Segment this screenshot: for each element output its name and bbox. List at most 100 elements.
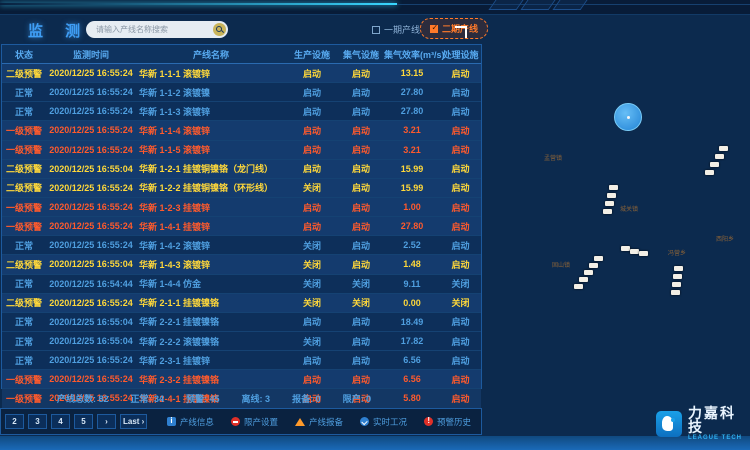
- table-row[interactable]: 一级预警2020/12/25 16:55:24华新 1-2-3 挂镀锌启动启动1…: [2, 198, 481, 217]
- cell-status: 二级预警: [2, 181, 46, 194]
- legend-item[interactable]: 产线信息: [167, 416, 214, 428]
- cell-name: 华新 1-4-4 仿金: [136, 277, 286, 290]
- table-row[interactable]: 正常2020/12/25 16:55:24华新 1-4-2 滚镀锌关闭启动2.5…: [2, 236, 481, 255]
- legend-item[interactable]: 产线报备: [295, 416, 343, 428]
- summary-item: 报备: 0: [292, 392, 321, 405]
- cell-eff: 15.99: [384, 164, 440, 174]
- summary-item: 产线总数: 82: [57, 392, 109, 405]
- table-row[interactable]: 一级预警2020/12/25 16:55:24华新 1-1-5 滚镀锌启动启动3…: [2, 141, 481, 160]
- table-row[interactable]: 二级预警2020/12/25 16:55:04华新 1-2-1 挂镀铜镍铬（龙门…: [2, 160, 481, 179]
- table-row[interactable]: 二级预警2020/12/25 16:55:04华新 1-4-3 滚镀锌关闭启动1…: [2, 255, 481, 274]
- cell-name: 华新 1-2-3 挂镀锌: [136, 201, 286, 214]
- column-header: 集气设施: [338, 48, 384, 61]
- map-marker[interactable]: [605, 201, 614, 206]
- league-logo-icon: [656, 411, 682, 437]
- cell-treat: 启动: [440, 373, 481, 386]
- cell-eff: 18.49: [384, 317, 440, 327]
- cell-prod: 关闭: [286, 239, 338, 252]
- table-row[interactable]: 一级预警2020/12/25 16:55:24华新 1-1-4 滚镀锌启动启动3…: [2, 121, 481, 140]
- map-marker[interactable]: [674, 266, 683, 271]
- table-row[interactable]: 正常2020/12/25 16:55:24华新 2-3-1 挂镀锌启动启动6.5…: [2, 351, 481, 370]
- cell-eff: 27.80: [384, 106, 440, 116]
- limit-icon: [231, 417, 240, 426]
- table-row[interactable]: 一级预警2020/12/25 16:55:24华新 2-3-2 挂镀镍铬启动启动…: [2, 370, 481, 389]
- cell-prod: 启动: [286, 124, 338, 137]
- cell-gas: 启动: [338, 201, 384, 214]
- cell-eff: 6.56: [384, 374, 440, 384]
- phase2-checkbox[interactable]: 二期产线: [420, 18, 488, 39]
- cell-treat: 启动: [440, 201, 481, 214]
- page-button[interactable]: ›: [97, 414, 116, 429]
- table-row[interactable]: 正常2020/12/25 16:55:04华新 2-2-1 挂镀镍铬启动启动18…: [2, 313, 481, 332]
- map-marker[interactable]: [603, 209, 612, 214]
- cell-status: 正常: [2, 239, 46, 252]
- table-row[interactable]: 一级预警2020/12/25 16:55:24华新 1-4-1 挂镀锌启动启动2…: [2, 217, 481, 236]
- table-row[interactable]: 正常2020/12/25 16:54:44华新 1-4-4 仿金关闭关闭9.11…: [2, 275, 481, 294]
- legend-item[interactable]: 预警历史: [424, 416, 471, 428]
- map-marker[interactable]: [594, 256, 603, 261]
- page-button[interactable]: 4: [51, 414, 70, 429]
- cell-treat: 启动: [440, 220, 481, 233]
- cell-time: 2020/12/25 16:55:24: [46, 298, 136, 308]
- table-row[interactable]: 正常2020/12/25 16:55:04华新 2-2-2 滚镀镍铬关闭启动17…: [2, 332, 481, 351]
- cell-prod: 启动: [286, 220, 338, 233]
- page-button[interactable]: 3: [28, 414, 47, 429]
- cell-name: 华新 2-1-1 挂镀镍铬: [136, 296, 286, 309]
- map-marker[interactable]: [710, 162, 719, 167]
- map-marker[interactable]: [672, 282, 681, 287]
- trapezoid-decor: [488, 0, 523, 10]
- page-button[interactable]: Last ›: [120, 414, 147, 429]
- realtime-icon: [360, 417, 369, 426]
- legend-item[interactable]: 限产设置: [231, 416, 278, 428]
- map-marker[interactable]: [630, 249, 639, 254]
- cell-name: 华新 1-1-2 滚镀镍: [136, 86, 286, 99]
- map-alert-circle[interactable]: [614, 103, 642, 131]
- table-row[interactable]: 正常2020/12/25 16:55:24华新 1-1-2 滚镀镍启动启动27.…: [2, 83, 481, 102]
- map-marker[interactable]: [574, 284, 583, 289]
- map-marker[interactable]: [579, 277, 588, 282]
- legend-label: 产线信息: [180, 416, 214, 428]
- cell-treat: 启动: [440, 67, 481, 80]
- table-row[interactable]: 二级预警2020/12/25 16:55:24华新 2-1-1 挂镀镍铬关闭关闭…: [2, 294, 481, 313]
- cell-prod: 启动: [286, 354, 338, 367]
- search-box[interactable]: [86, 21, 228, 38]
- map-marker[interactable]: [609, 185, 618, 190]
- map-marker[interactable]: [607, 193, 616, 198]
- cell-eff: 27.80: [384, 221, 440, 231]
- table-row[interactable]: 二级预警2020/12/25 16:55:24华新 1-2-2 挂镀铜镍铬（环形…: [2, 179, 481, 198]
- summary-item: 正常: 34: [131, 392, 165, 405]
- cell-eff: 15.99: [384, 183, 440, 193]
- phase1-checkbox[interactable]: 一期产线: [372, 23, 420, 36]
- page-button[interactable]: 2: [5, 414, 24, 429]
- cell-gas: 启动: [338, 220, 384, 233]
- map-marker[interactable]: [639, 251, 648, 256]
- map-marker[interactable]: [705, 170, 714, 175]
- page-button[interactable]: 5: [74, 414, 93, 429]
- map-marker[interactable]: [621, 246, 630, 251]
- map-region-label: 冯营乡: [668, 248, 686, 257]
- cell-name: 华新 1-4-3 滚镀锌: [136, 258, 286, 271]
- map-marker[interactable]: [671, 290, 680, 295]
- cell-status: 二级预警: [2, 258, 46, 271]
- search-icon[interactable]: [213, 23, 226, 36]
- cell-gas: 启动: [338, 86, 384, 99]
- cell-status: 二级预警: [2, 296, 46, 309]
- cell-time: 2020/12/25 16:55:24: [46, 374, 136, 384]
- search-input[interactable]: [86, 25, 213, 34]
- map-marker[interactable]: [715, 154, 724, 159]
- cell-name: 华新 1-1-3 滚镀锌: [136, 105, 286, 118]
- cell-status: 一级预警: [2, 201, 46, 214]
- map-marker[interactable]: [673, 274, 682, 279]
- cell-treat: 启动: [440, 105, 481, 118]
- table-header-row: 状态监测时间产线名称生产设施集气设施集气效率(m³/s)处理设施: [2, 45, 481, 64]
- checkbox-unchecked-icon: [372, 26, 380, 34]
- table-body: 二级预警2020/12/25 16:55:24华新 1-1-1 滚镀锌启动启动1…: [2, 64, 481, 409]
- table-row[interactable]: 正常2020/12/25 16:55:24华新 1-1-3 滚镀锌启动启动27.…: [2, 102, 481, 121]
- legend-item[interactable]: 实时工况: [360, 416, 407, 428]
- cell-treat: 关闭: [440, 296, 481, 309]
- map-marker[interactable]: [589, 263, 598, 268]
- table-row[interactable]: 二级预警2020/12/25 16:55:24华新 1-1-1 滚镀锌启动启动1…: [2, 64, 481, 83]
- cell-time: 2020/12/25 16:55:24: [46, 355, 136, 365]
- map-marker[interactable]: [719, 146, 728, 151]
- map-marker[interactable]: [584, 270, 593, 275]
